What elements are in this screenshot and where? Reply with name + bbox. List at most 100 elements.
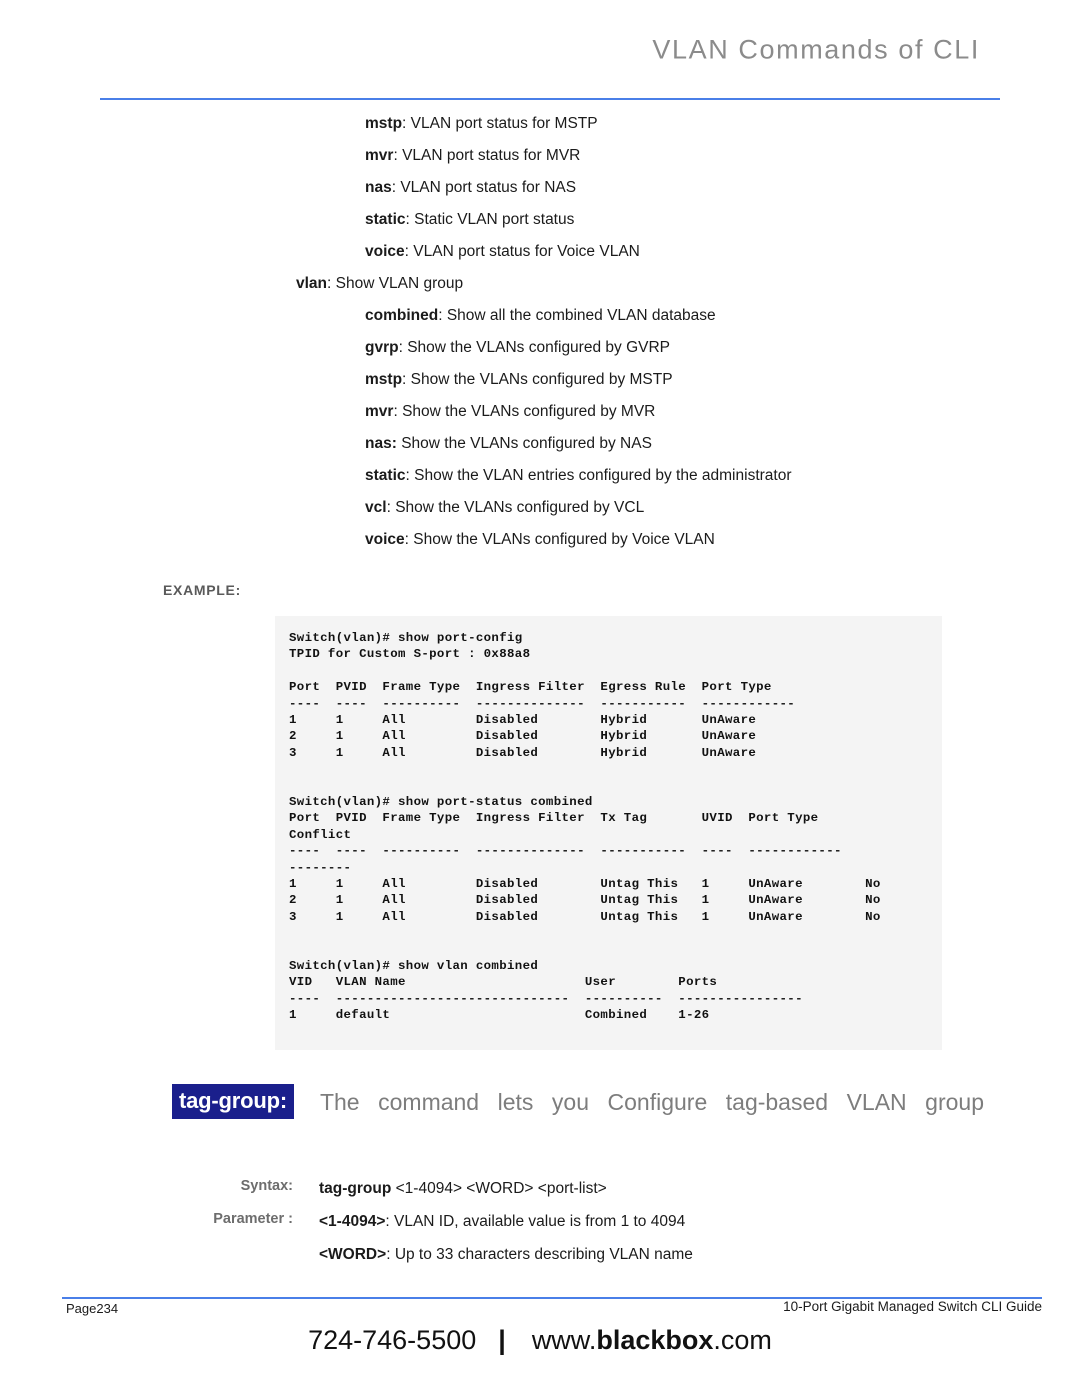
terminal-line: Conflict <box>289 827 352 842</box>
description-separator: : <box>393 403 403 420</box>
description-term: voice <box>365 243 405 260</box>
description-term: voice <box>365 531 405 548</box>
footer-website-suffix: .com <box>713 1325 772 1355</box>
syntax-command: tag-group <box>319 1179 392 1197</box>
description-term: static <box>365 211 406 228</box>
description-separator: : <box>404 243 414 260</box>
footer-contact: 724-746-5500 | www.blackbox.com <box>0 1325 1080 1356</box>
description-term: mstp <box>365 115 403 132</box>
description-term: mvr <box>365 403 394 420</box>
description-term: static <box>365 467 406 484</box>
terminal-line: 2 1 All Disabled Untag This 1 UnAware No <box>289 893 881 908</box>
footer-website-prefix: www. <box>531 1325 597 1355</box>
description-text: VLAN port status for NAS <box>400 179 577 196</box>
terminal-line: ---- ---- ---------- -------------- ----… <box>289 696 796 711</box>
description-separator: : <box>327 275 336 292</box>
parameter-name: <WORD> <box>319 1245 387 1263</box>
description-item: static: Static VLAN port status <box>0 204 1080 236</box>
description-item: nas: Show the VLANs configured by NAS <box>0 428 1080 460</box>
description-term: nas <box>365 179 392 196</box>
syntax-value: tag-group <1-4094> <WORD> <port-list> <box>319 1178 993 1211</box>
description-term: mstp <box>365 371 403 388</box>
description-text: Show the VLANs configured by GVRP <box>407 339 670 356</box>
page-number: Page234 <box>66 1301 119 1316</box>
description-item: mstp: VLAN port status for MSTP <box>0 108 1080 140</box>
description-text: VLAN port status for Voice VLAN <box>413 243 640 260</box>
syntax-label: Syntax: <box>240 1177 293 1194</box>
syntax-arguments: <1-4094> <WORD> <port-list> <box>391 1179 607 1197</box>
parameter-label: Parameter : <box>213 1210 293 1227</box>
description-separator: : <box>405 211 415 228</box>
description-text: Show the VLANs configured by MSTP <box>410 371 673 388</box>
terminal-line: -------- <box>289 860 352 875</box>
terminal-line: 1 1 All Disabled Untag This 1 UnAware No <box>289 877 881 892</box>
description-separator: : <box>386 499 396 516</box>
description-text: Show the VLANs configured by VCL <box>395 499 645 516</box>
description-item: combined: Show all the combined VLAN dat… <box>0 300 1080 332</box>
terminal-line: Switch(vlan)# show port-config <box>289 631 523 645</box>
description-item: mvr: Show the VLANs configured by MVR <box>0 396 1080 428</box>
terminal-line: 3 1 All Disabled Hybrid UnAware <box>289 745 757 760</box>
description-item: mstp: Show the VLANs configured by MSTP <box>0 364 1080 396</box>
description-item: static: Show the VLAN entries configured… <box>0 460 1080 492</box>
terminal-line: 1 default Combined 1-26 <box>289 1008 710 1023</box>
footer-website-brand: blackbox <box>596 1325 714 1355</box>
parameter-row: <WORD>: Up to 33 characters describing V… <box>163 1244 993 1277</box>
parameter-name: <1-4094> <box>319 1212 386 1230</box>
description-text: Show the VLANs configured by MVR <box>402 403 656 420</box>
parameter-text: VLAN ID, available value is from 1 to 40… <box>394 1212 686 1230</box>
description-item: nas: VLAN port status for NAS <box>0 172 1080 204</box>
terminal-line: Switch(vlan)# show vlan combined <box>289 959 539 974</box>
description-separator: : <box>438 307 447 324</box>
terminal-line: 3 1 All Disabled Untag This 1 UnAware No <box>289 909 881 924</box>
document-content: mstp: VLAN port status for MSTP mvr: VLAN… <box>0 108 1080 1277</box>
description-separator: : <box>398 339 408 356</box>
description-item: voice: VLAN port status for Voice VLAN <box>0 236 1080 268</box>
command-description-list: mstp: VLAN port status for MSTP mvr: VLAN… <box>0 108 1080 556</box>
description-text: Static VLAN port status <box>414 211 575 228</box>
terminal-line: Port PVID Frame Type Ingress Filter Tx T… <box>289 811 819 826</box>
description-text: Show the VLANs configured by NAS <box>401 435 652 452</box>
description-term: nas: <box>365 435 397 452</box>
syntax-parameter-table: Syntax: tag-group <1-4094> <WORD> <port-l… <box>163 1178 993 1277</box>
description-item: vcl: Show the VLANs configured by VCL <box>0 492 1080 524</box>
tag-group-description-text: The command lets you Configure tag-based… <box>319 1088 984 1115</box>
terminal-line: Port PVID Frame Type Ingress Filter Egre… <box>289 680 772 695</box>
tag-group-heading: tag-group: The command lets you Configur… <box>172 1083 984 1158</box>
description-text: Show the VLANs configured by Voice VLAN <box>413 531 715 548</box>
description-term: gvrp <box>365 339 399 356</box>
tag-group-chip: tag-group: <box>172 1083 294 1119</box>
parameter-row: Parameter : <1-4094>: VLAN ID, available … <box>163 1211 993 1244</box>
description-text: Show the VLAN entries configured by the … <box>414 467 792 484</box>
terminal-line: 2 1 All Disabled Hybrid UnAware <box>289 729 757 744</box>
description-text: VLAN port status for MSTP <box>410 115 598 132</box>
description-item: mvr: VLAN port status for MVR <box>0 140 1080 172</box>
guide-title: 10-Port Gigabit Managed Switch CLI Guide <box>783 1299 1042 1314</box>
parameter-value: <WORD>: Up to 33 characters describing V… <box>319 1244 993 1277</box>
example-label: EXAMPLE: <box>163 582 241 598</box>
description-term: mvr <box>365 147 394 164</box>
terminal-line: ---- ------------------------------ ----… <box>289 991 803 1006</box>
description-separator: : <box>393 147 403 164</box>
description-term: vcl <box>365 499 387 516</box>
description-item: vlan: Show VLAN group <box>0 268 1080 300</box>
parameter-value: <1-4094>: VLAN ID, available value is fr… <box>319 1211 993 1244</box>
description-separator: : <box>402 115 411 132</box>
terminal-line: VID VLAN Name User Ports <box>289 975 718 990</box>
footer-separator: | <box>498 1325 506 1355</box>
description-separator: : <box>402 371 411 388</box>
description-text: Show all the combined VLAN database <box>446 307 716 324</box>
page-footer: Page234 10-Port Gigabit Managed Switch C… <box>0 1287 1080 1397</box>
terminal-line: Switch(vlan)# show port-status combined <box>289 795 593 810</box>
page-title: VLAN Commands of CLI <box>652 34 980 65</box>
tag-group-description: The command lets you Configure tag-based… <box>320 1084 984 1158</box>
terminal-line: ---- ---- ---------- -------------- ----… <box>289 844 842 859</box>
description-term: combined <box>365 307 439 324</box>
description-separator: : <box>404 531 414 548</box>
description-item: voice: Show the VLANs configured by Voic… <box>0 524 1080 556</box>
parameter-separator: : <box>386 1245 395 1263</box>
description-separator: : <box>405 467 415 484</box>
